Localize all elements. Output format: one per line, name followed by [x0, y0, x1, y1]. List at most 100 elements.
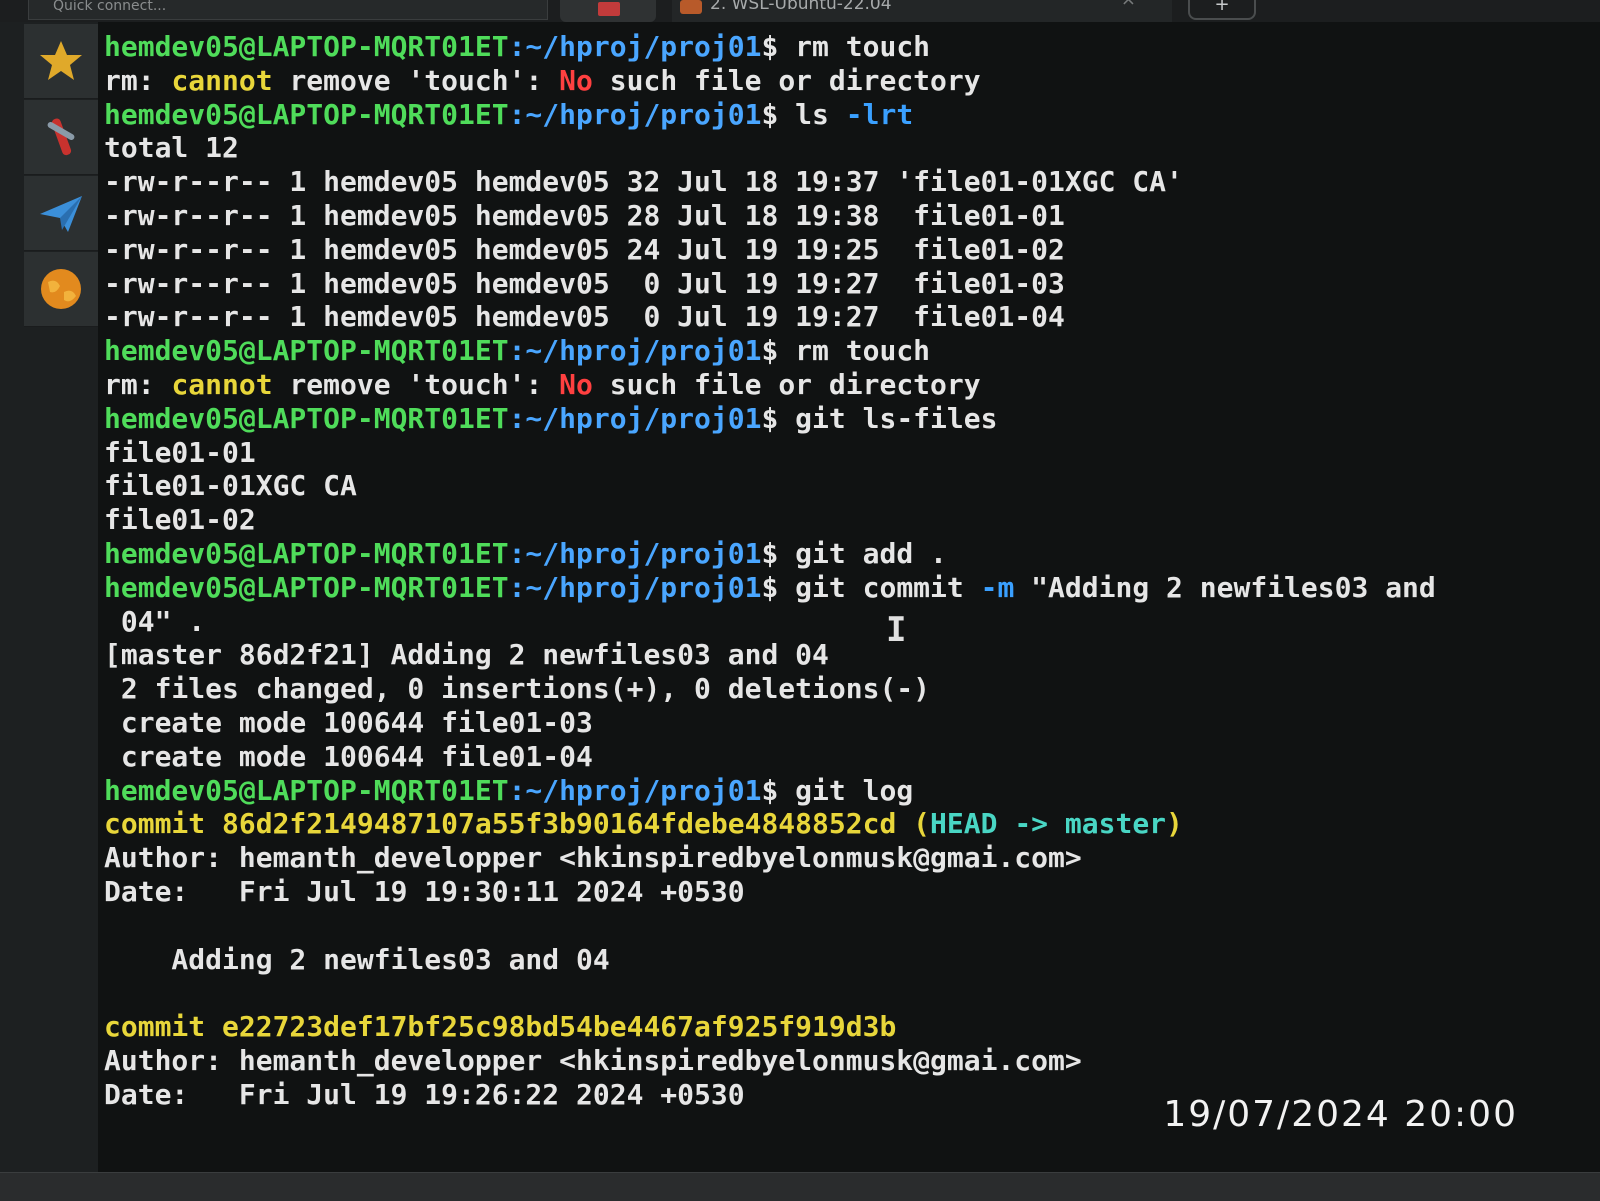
prompt-path: :~/hproj/proj01	[508, 97, 762, 131]
terminal-output: hemdev05@LAPTOP-MQRT01ET:~/hproj/proj01$…	[104, 30, 1436, 1112]
terminal-line: 2 files changed, 0 insertions(+), 0 dele…	[104, 672, 1436, 706]
side-launcher	[0, 22, 99, 1201]
terminal-line: file01-01XGC CA	[104, 469, 1436, 503]
close-tab-icon[interactable]: ×	[1121, 0, 1136, 9]
tab-wsl-ubuntu[interactable]: 2. WSL-Ubuntu-22.04 ×	[672, 0, 1172, 22]
command-flag: -m	[980, 570, 1015, 604]
prompt-symbol: $	[761, 773, 796, 807]
terminal-line: [master 86d2f21] Adding 2 newfiles03 and…	[104, 638, 1436, 672]
commit-head-ref: HEAD -> master	[930, 807, 1167, 841]
error-prefix: rm:	[104, 63, 172, 97]
prompt-user: hemdev05@LAPTOP-MQRT01ET	[104, 773, 509, 807]
output-text: 04" .	[104, 604, 206, 638]
terminal-line: total 12	[104, 131, 1436, 165]
output-text: -rw-r--r-- 1 hemdev05 hemdev05 24 Jul 19…	[104, 232, 1065, 266]
terminal-line: -rw-r--r-- 1 hemdev05 hemdev05 0 Jul 19 …	[104, 267, 1436, 301]
launcher-globe-button[interactable]	[24, 252, 98, 327]
output-text: Date: Fri Jul 19 19:26:22 2024 +0530	[104, 1077, 745, 1111]
output-text: -rw-r--r-- 1 hemdev05 hemdev05 28 Jul 18…	[104, 198, 1065, 232]
error-text: remove 'touch':	[272, 63, 560, 97]
terminal-line: hemdev05@LAPTOP-MQRT01ET:~/hproj/proj01$…	[104, 774, 1436, 808]
error-prefix: rm:	[104, 367, 172, 401]
launcher-star-button[interactable]	[24, 24, 98, 99]
command-flag: -lrt	[845, 97, 914, 131]
output-text: [master 86d2f21] Adding 2 newfiles03 and…	[104, 638, 829, 672]
terminal-line: rm: cannot remove 'touch': No such file …	[104, 368, 1436, 402]
photo-of-screen: Quick connect... 2. WSL-Ubuntu-22.04 × +	[0, 0, 1600, 1201]
commit-ref-open: (	[896, 807, 931, 841]
output-text: file01-01XGC CA	[104, 469, 357, 503]
prompt-path: :~/hproj/proj01	[508, 570, 762, 604]
terminal-line: -rw-r--r-- 1 hemdev05 hemdev05 32 Jul 18…	[104, 165, 1436, 199]
prompt-symbol: $	[761, 401, 796, 435]
terminal-line: Author: hemanth_developper <hkinspiredby…	[104, 841, 1436, 875]
terminal-line: hemdev05@LAPTOP-MQRT01ET:~/hproj/proj01$…	[104, 30, 1436, 64]
terminal-line: create mode 100644 file01-04	[104, 740, 1436, 774]
output-text: file01-01	[104, 435, 256, 469]
prompt-path: :~/hproj/proj01	[508, 334, 762, 368]
photo-timestamp: 19/07/2024 20:00	[1163, 1094, 1518, 1135]
launcher-send-button[interactable]	[24, 176, 98, 251]
output-text: Date: Fri Jul 19 19:30:11 2024 +0530	[104, 874, 745, 908]
error-keyword: cannot	[171, 367, 273, 401]
send-icon	[40, 196, 82, 232]
prompt-user: hemdev05@LAPTOP-MQRT01ET	[104, 97, 509, 131]
error-text: remove 'touch':	[272, 367, 560, 401]
error-no: No	[559, 367, 593, 401]
command-text: git add .	[795, 536, 947, 570]
terminal-line: file01-02	[104, 503, 1436, 537]
command-text: rm touch	[795, 334, 931, 368]
prompt-path: :~/hproj/proj01	[508, 536, 762, 570]
prompt-symbol: $	[761, 30, 796, 63]
prompt-path: :~/hproj/proj01	[508, 773, 762, 807]
tab-title: 2. WSL-Ubuntu-22.04	[710, 0, 892, 14]
command-text: git log	[795, 773, 914, 807]
prompt-user: hemdev05@LAPTOP-MQRT01ET	[104, 401, 509, 435]
prompt-path: :~/hproj/proj01	[508, 30, 762, 63]
command-text: git commit	[795, 570, 981, 604]
terminal-line: file01-01	[104, 436, 1436, 470]
terminal-line: commit 86d2f2149487107a55f3b90164fdebe48…	[104, 807, 1436, 841]
output-text: total 12	[104, 131, 239, 165]
commit-hash: commit e22723def17bf25c98bd54be4467af925…	[104, 1010, 897, 1044]
quick-connect-box[interactable]: Quick connect...	[28, 0, 548, 20]
error-text: such file or directory	[592, 367, 981, 401]
terminal-line: commit e22723def17bf25c98bd54be4467af925…	[104, 1010, 1436, 1044]
output-text: create mode 100644 file01-03	[104, 705, 593, 739]
terminal-tab-icon	[680, 0, 702, 14]
prompt-symbol: $	[761, 97, 796, 131]
terminal-line: hemdev05@LAPTOP-MQRT01ET:~/hproj/proj01$…	[104, 98, 1436, 132]
terminal-line: Author: hemanth_developper <hkinspiredby…	[104, 1044, 1436, 1078]
error-no: No	[559, 63, 593, 97]
output-text: -rw-r--r-- 1 hemdev05 hemdev05 0 Jul 19 …	[104, 266, 1065, 300]
new-tab-button[interactable]: +	[1188, 0, 1256, 20]
commit-ref-close: )	[1166, 807, 1183, 841]
output-text: Author: hemanth_developper <hkinspiredby…	[104, 1043, 1082, 1077]
command-text: rm touch	[795, 30, 931, 63]
launcher-tools-button[interactable]	[24, 100, 98, 175]
output-text: file01-02	[104, 503, 256, 537]
output-text: 2 files changed, 0 insertions(+), 0 dele…	[104, 672, 931, 706]
terminal-line: -rw-r--r-- 1 hemdev05 hemdev05 0 Jul 19 …	[104, 300, 1436, 334]
tab-home[interactable]	[560, 0, 656, 22]
commit-hash: commit 86d2f2149487107a55f3b90164fdebe48…	[104, 807, 897, 841]
tools-icon	[47, 118, 75, 156]
bottom-edge	[0, 1172, 1600, 1201]
output-text: -rw-r--r-- 1 hemdev05 hemdev05 32 Jul 18…	[104, 165, 1183, 199]
text-cursor-icon: I	[886, 610, 907, 650]
star-icon	[40, 41, 82, 80]
output-text: Author: hemanth_developper <hkinspiredby…	[104, 841, 1082, 875]
terminal-line: hemdev05@LAPTOP-MQRT01ET:~/hproj/proj01$…	[104, 334, 1436, 368]
terminal-line: create mode 100644 file01-03	[104, 706, 1436, 740]
terminal-line: hemdev05@LAPTOP-MQRT01ET:~/hproj/proj01$…	[104, 537, 1436, 571]
tab-bar: Quick connect... 2. WSL-Ubuntu-22.04 × +	[0, 0, 1600, 23]
terminal-line: Adding 2 newfiles03 and 04	[104, 943, 1436, 977]
home-icon	[598, 2, 620, 16]
prompt-path: :~/hproj/proj01	[508, 401, 762, 435]
terminal-line: Date: Fri Jul 19 19:30:11 2024 +0530	[104, 875, 1436, 909]
error-keyword: cannot	[171, 63, 273, 97]
terminal-line: rm: cannot remove 'touch': No such file …	[104, 64, 1436, 98]
prompt-user: hemdev05@LAPTOP-MQRT01ET	[104, 334, 509, 368]
